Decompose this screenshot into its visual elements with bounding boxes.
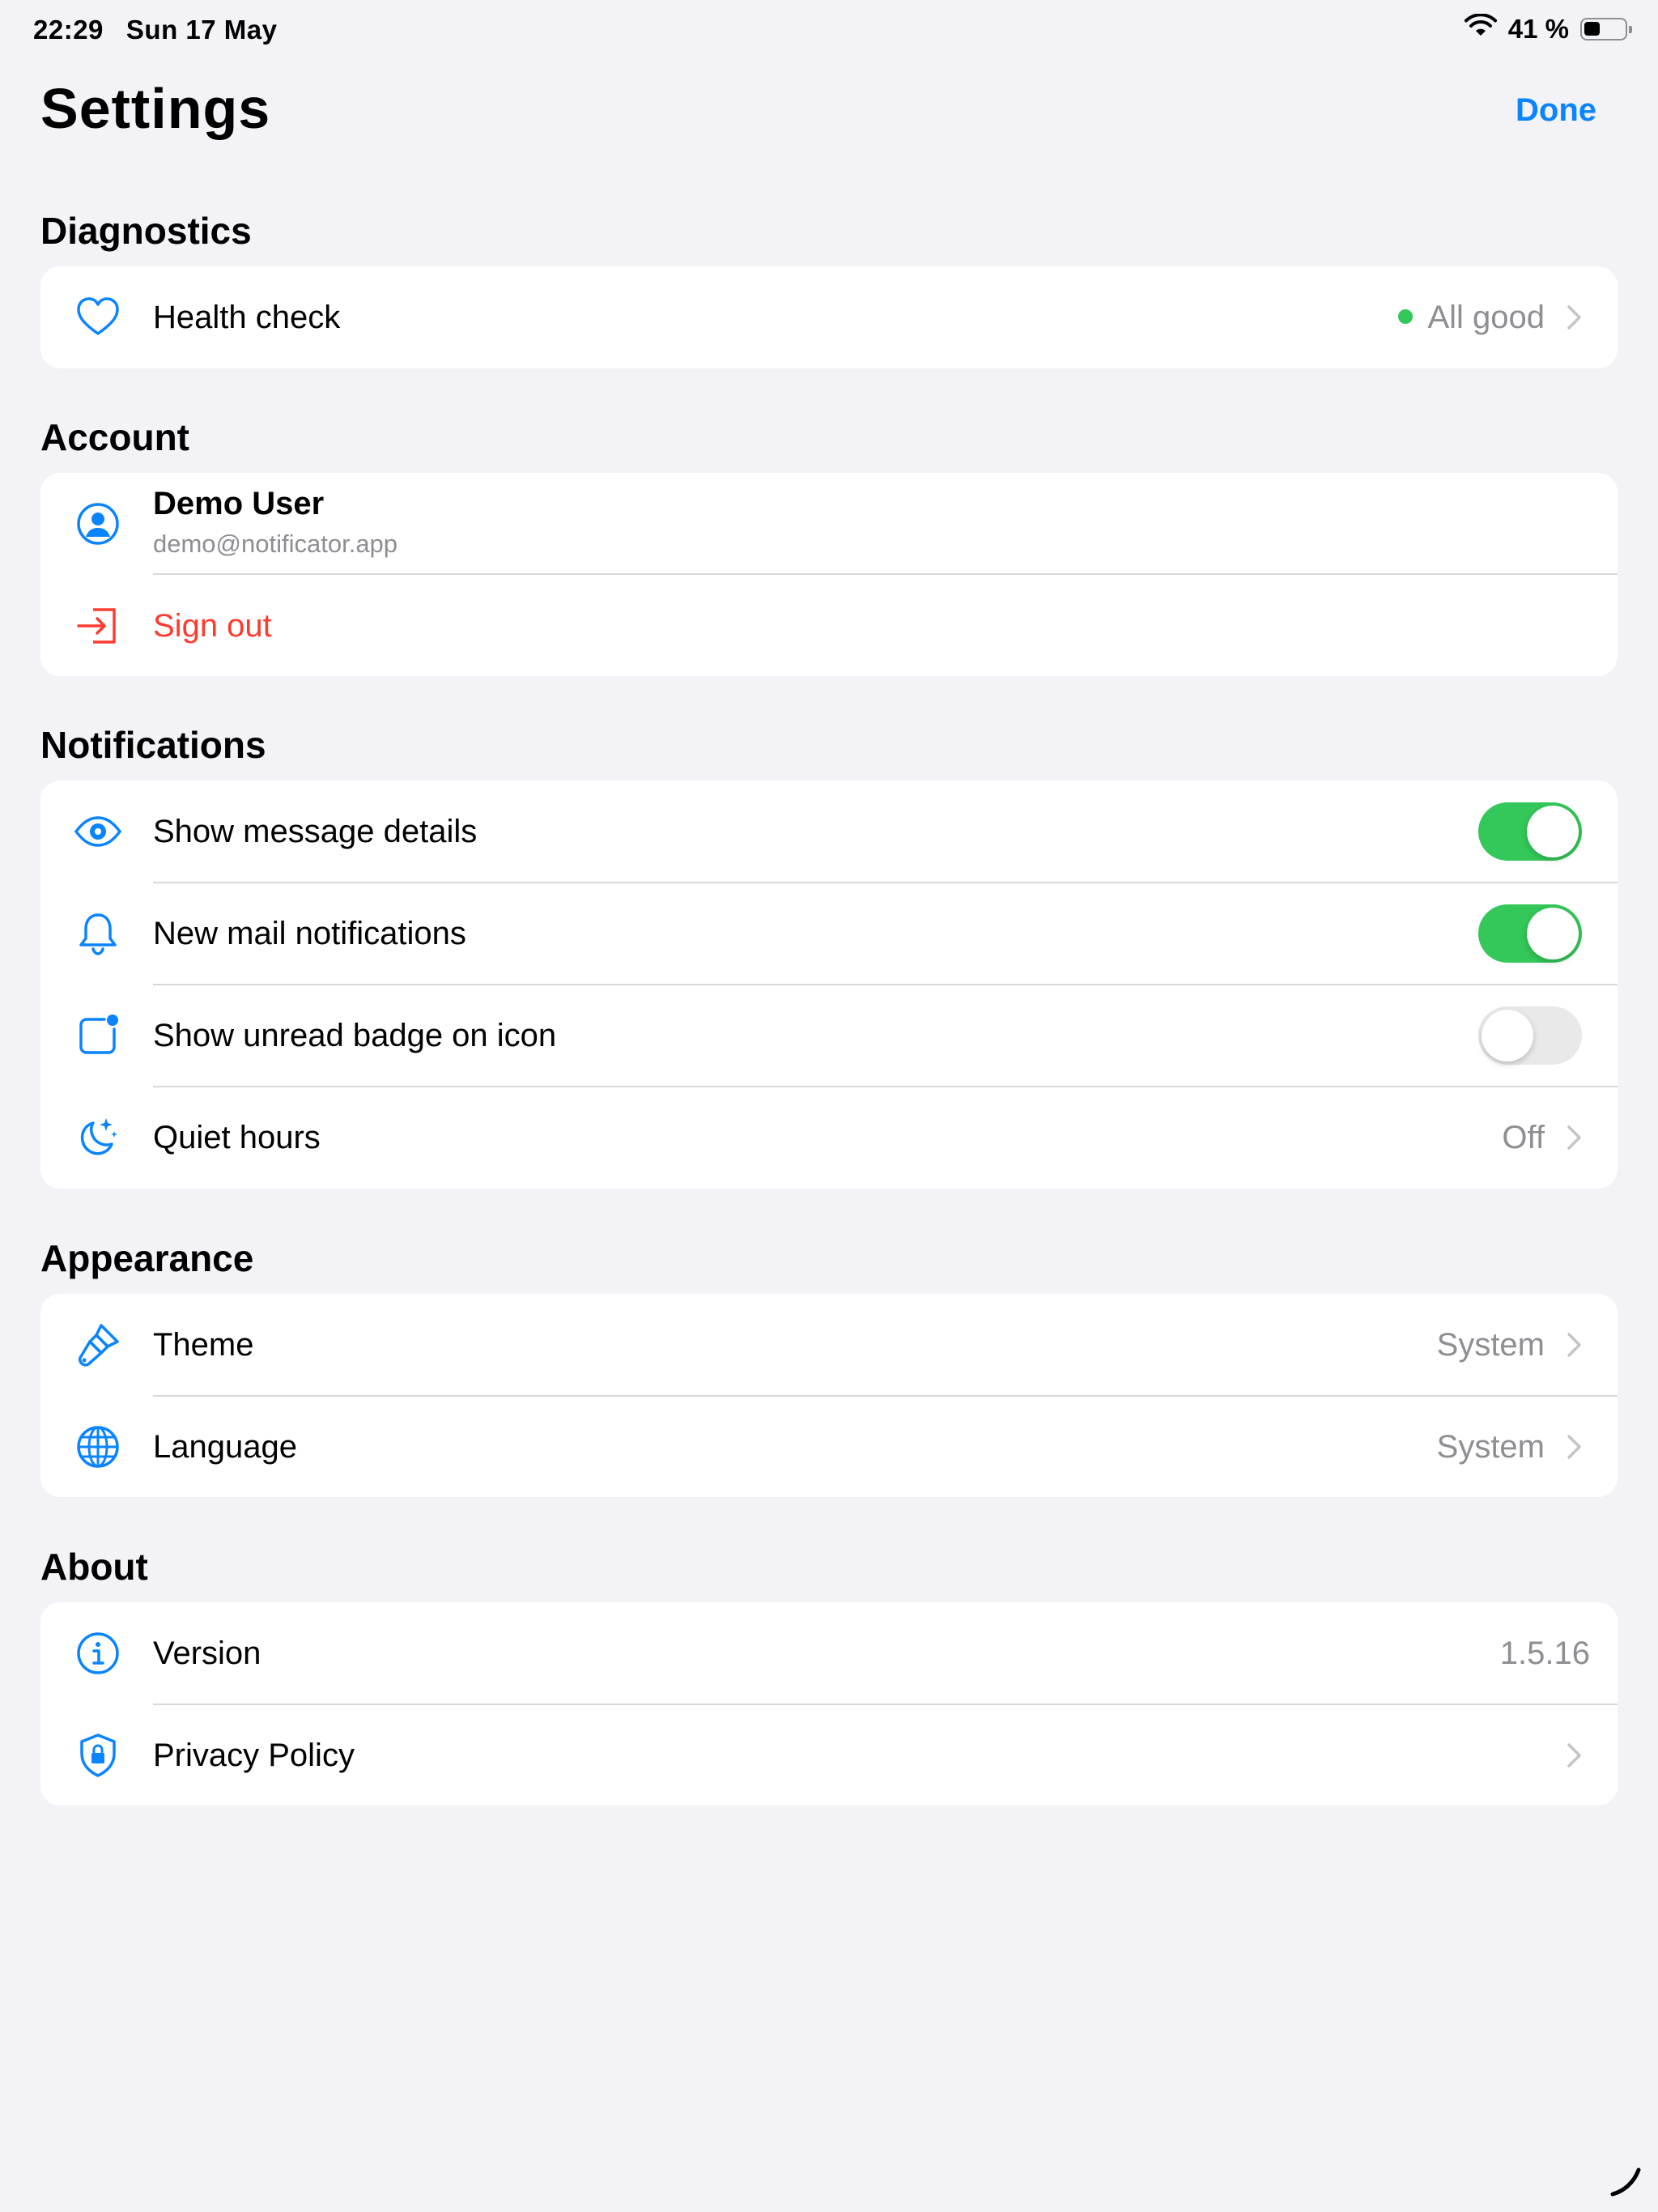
settings-screen: 22:29 Sun 17 May 41 % Settings Done Diagn… [0,0,1658,2212]
moon-stars-icon [73,1112,123,1163]
toggle-knob [1527,806,1579,857]
account-card: Demo User demo@notificator.app Sign out [40,473,1618,676]
status-dot-icon [1398,308,1414,324]
new-mail-notifications-toggle[interactable] [1478,904,1582,963]
section-title-appearance: Appearance [40,1237,254,1279]
health-check-row[interactable]: Health check All good [40,266,1618,368]
app-badge-icon [73,1010,123,1061]
health-check-label: Health check [153,299,341,335]
quiet-hours-row[interactable]: Quiet hours Off [40,1087,1618,1189]
toggle-knob [1527,908,1579,959]
chevron-right-icon [1567,1125,1581,1150]
toggle-knob [1482,1010,1533,1061]
shield-lock-icon [73,1730,123,1780]
account-user-row[interactable]: Demo User demo@notificator.app [40,473,1618,575]
health-check-status: All good [1398,300,1545,336]
health-check-value: All good [1427,299,1545,335]
sign-out-label: Sign out [153,607,272,644]
done-button[interactable]: Done [1516,92,1596,129]
language-value: System [1436,1428,1545,1465]
battery-percentage: 41 % [1507,14,1569,44]
chevron-right-icon [1567,1333,1581,1357]
new-mail-notifications-label: New mail notifications [153,915,466,951]
version-label: Version [153,1635,261,1671]
language-label: Language [153,1428,297,1465]
section-title-notifications: Notifications [40,724,266,766]
account-name: Demo User [153,486,325,521]
section-title-about: About [40,1546,148,1588]
theme-row[interactable]: Theme System [40,1294,1618,1396]
new-mail-notifications-row: New mail notifications [40,883,1618,985]
bell-icon [73,908,123,959]
navigation-header: Settings Done [40,70,1618,151]
battery-fill [1584,22,1601,36]
quiet-hours-value: Off [1502,1119,1545,1155]
paintbrush-icon [73,1320,123,1370]
info-circle-icon [73,1628,123,1678]
show-message-details-label: Show message details [153,813,478,849]
wifi-icon [1464,13,1497,45]
diagnostics-card: Health check All good [40,266,1618,368]
chevron-right-icon [1567,305,1581,330]
show-message-details-row: Show message details [40,781,1618,883]
person-circle-icon [73,499,123,549]
unread-badge-label: Show unread badge on icon [153,1017,557,1053]
page-title: Settings [40,77,271,140]
version-value: 1.5.16 [1499,1635,1590,1671]
account-email: demo@notificator.app [153,530,398,558]
resize-handle-icon[interactable] [1608,2162,1643,2197]
unread-badge-toggle[interactable] [1478,1006,1582,1065]
status-time: 22:29 [33,15,104,45]
about-card: Version 1.5.16 Privacy Policy [40,1602,1618,1806]
eye-icon [73,806,123,857]
show-message-details-toggle[interactable] [1478,802,1582,861]
status-bar: 22:29 Sun 17 May 41 % [0,0,1658,58]
section-title-account: Account [40,416,189,458]
theme-label: Theme [153,1326,254,1363]
version-row: Version 1.5.16 [40,1602,1618,1704]
unread-badge-row: Show unread badge on icon [40,985,1618,1087]
heart-icon [73,292,123,342]
theme-value: System [1436,1326,1545,1363]
notifications-card: Show message details New mail notificati… [40,781,1618,1189]
sign-out-row[interactable]: Sign out [40,575,1618,676]
status-date: Sun 17 May [125,15,278,45]
privacy-policy-label: Privacy Policy [153,1737,355,1773]
section-title-diagnostics: Diagnostics [40,210,252,252]
quiet-hours-label: Quiet hours [153,1119,321,1155]
language-row[interactable]: Language System [40,1396,1618,1497]
privacy-policy-row[interactable]: Privacy Policy [40,1704,1618,1806]
globe-icon [73,1422,123,1472]
appearance-card: Theme System Language System [40,1294,1618,1497]
battery-icon [1580,18,1632,40]
chevron-right-icon [1567,1743,1581,1767]
chevron-right-icon [1567,1435,1581,1459]
sign-out-icon [73,601,123,651]
